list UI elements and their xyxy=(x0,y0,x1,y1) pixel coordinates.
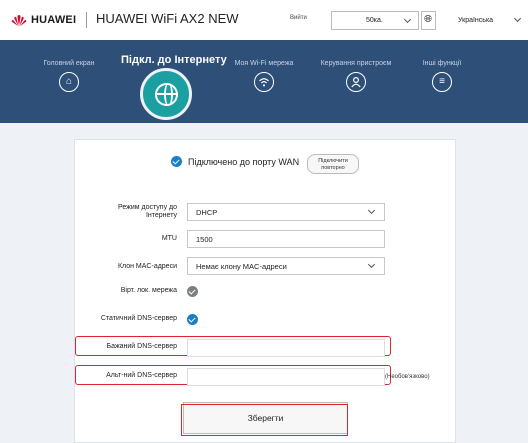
user-dropdown[interactable]: 50ка. xyxy=(331,11,419,30)
brand-name: HUAWEI xyxy=(31,14,77,26)
user-dropdown-value: 50ка. xyxy=(366,17,383,24)
vlan-label: Вірт. лок. мережа xyxy=(120,287,177,294)
check-icon xyxy=(171,156,182,167)
static-dns-label: Статичний DNS-сервер xyxy=(100,315,177,322)
chevron-down-icon xyxy=(403,15,412,24)
nav-item-home[interactable]: Головний екран ⌂ xyxy=(24,60,114,92)
preferred-dns-label: Бажаний DNS-сервер xyxy=(106,343,177,350)
wan-status: Підключено до порту WAN xyxy=(171,156,299,167)
product-name: HUAWEI WiFi AX2 NEW xyxy=(96,11,239,26)
language-dropdown[interactable]: Українська xyxy=(436,11,528,30)
chevron-down-icon xyxy=(513,14,522,23)
language-value: Українська xyxy=(458,17,494,24)
optional-note: (Необов'язково) xyxy=(385,374,430,380)
logout-link[interactable]: Вийти xyxy=(290,15,307,21)
mtu-label: MTU xyxy=(161,235,177,242)
menu-icon: ≡ xyxy=(432,72,452,92)
access-mode-label-line1: Режим доступу до xyxy=(117,204,177,211)
nav-label: Керування пристроєм xyxy=(320,60,392,67)
mac-clone-select[interactable]: Немає клону MAC-адреси xyxy=(187,257,385,275)
nav-item-device[interactable]: Керування пристроєм xyxy=(311,60,401,92)
nav-label: Підкл. до Інтернету xyxy=(121,54,227,66)
nav-label: Інші функції xyxy=(422,60,462,67)
access-mode-select[interactable]: DHCP xyxy=(187,203,385,221)
access-mode-label: Режим доступу до Інтернету xyxy=(118,204,177,220)
brand: HUAWEI xyxy=(10,13,76,27)
huawei-logo xyxy=(11,14,27,27)
static-dns-toggle[interactable] xyxy=(187,314,198,325)
highlight-save xyxy=(181,404,348,436)
wifi-icon xyxy=(254,72,274,92)
mac-clone-value: Немає клону MAC-адреси xyxy=(196,262,287,271)
main-nav: Головний екран ⌂ Підкл. до Інтернету Моя… xyxy=(0,40,528,123)
preferred-dns-input[interactable] xyxy=(187,339,385,357)
access-mode-value: DHCP xyxy=(196,208,218,217)
reconnect-button[interactable]: Підключити повторно xyxy=(307,154,359,174)
access-mode-label-line2: Інтернету xyxy=(145,212,177,219)
globe-icon xyxy=(155,83,178,106)
brand-divider xyxy=(86,12,87,28)
nav-label: Головний екран xyxy=(43,60,95,67)
globe-icon: 🌐︎ xyxy=(424,14,432,25)
chevron-down-icon xyxy=(367,206,376,215)
language-globe[interactable]: 🌐︎ xyxy=(421,11,436,30)
nav-item-internet[interactable]: Підкл. до Інтернету xyxy=(121,54,227,66)
user-icon xyxy=(346,72,366,92)
alt-dns-input[interactable] xyxy=(187,368,385,386)
reconnect-label-2: повторно xyxy=(321,165,345,171)
mtu-value: 1500 xyxy=(196,235,213,244)
wan-settings-panel: Підключено до порту WAN Підключити повто… xyxy=(74,139,456,443)
nav-label: Моя Wi-Fi мережа xyxy=(234,60,294,67)
nav-item-other[interactable]: Інші функції ≡ xyxy=(397,60,487,92)
mtu-input[interactable]: 1500 xyxy=(187,230,385,248)
active-nav-globe[interactable] xyxy=(140,68,192,120)
home-icon: ⌂ xyxy=(59,72,79,92)
top-bar: HUAWEI HUAWEI WiFi AX2 NEW Вийти 50ка. 🌐… xyxy=(0,0,528,40)
reconnect-label-1: Підключити xyxy=(318,158,348,164)
wan-status-text: Підключено до порту WAN xyxy=(188,156,300,167)
alt-dns-label: Альт-ний DNS-сервер xyxy=(106,372,177,379)
mac-clone-label: Клон MAC-адреси xyxy=(117,263,177,270)
vlan-toggle[interactable] xyxy=(187,286,198,297)
chevron-down-icon xyxy=(367,260,376,269)
nav-item-wifi[interactable]: Моя Wi-Fi мережа xyxy=(219,60,309,92)
